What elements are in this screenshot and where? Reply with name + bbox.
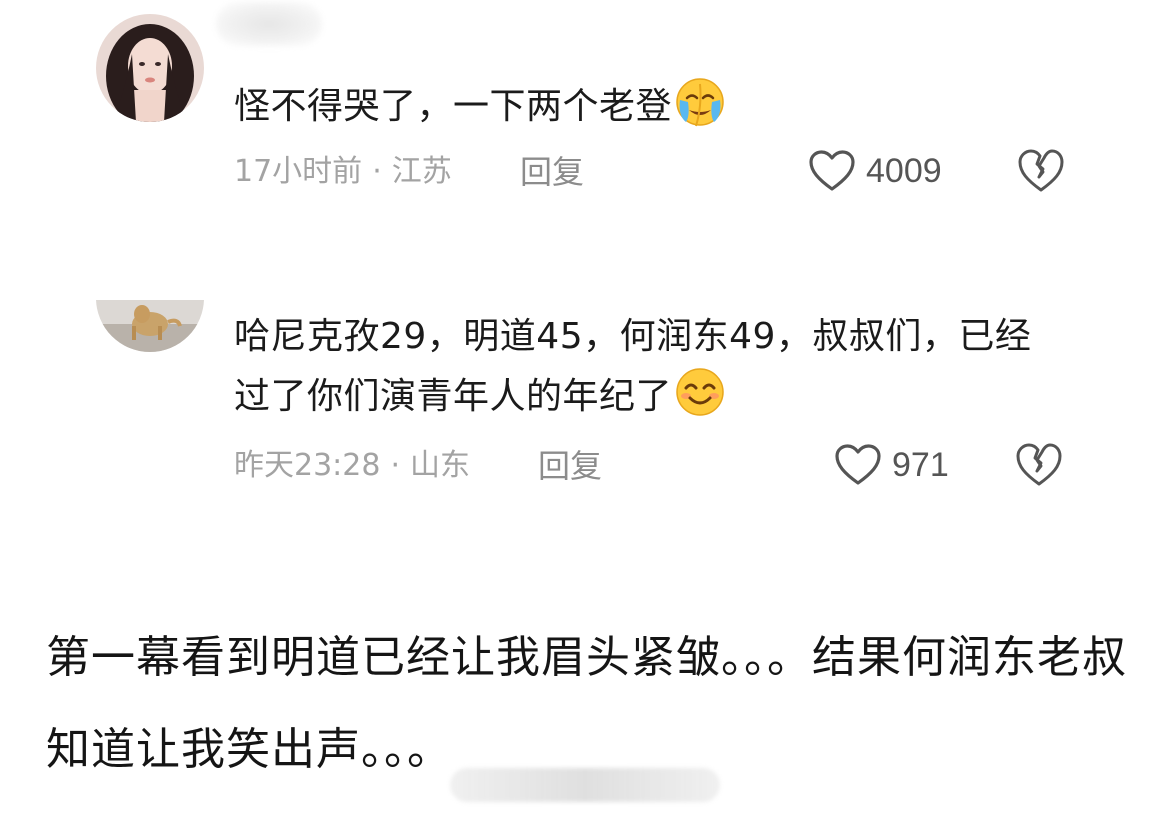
comment-location: 江苏 bbox=[391, 154, 452, 189]
broken-heart-icon[interactable] bbox=[1014, 440, 1064, 490]
smiling-face-emoji bbox=[676, 368, 724, 416]
avatar[interactable] bbox=[96, 300, 204, 352]
meta-separator: · bbox=[372, 154, 382, 189]
comment-text-content: 哈尼克孜29，明道45，何润东49，叔叔们，已经过了你们演青年人的年纪了 bbox=[234, 316, 1032, 417]
avatar-image bbox=[96, 300, 204, 352]
like-count: 971 bbox=[892, 445, 949, 484]
like-button[interactable]: 971 bbox=[834, 440, 949, 490]
comment-location: 山东 bbox=[410, 448, 471, 483]
comment-item: 怪不得哭了，一下两个老登 17小时前 · 江苏 回复 4009 bbox=[0, 0, 1170, 210]
comment-meta: 17小时前 · 江苏 bbox=[234, 150, 452, 194]
avatar-image bbox=[96, 14, 204, 122]
broken-heart-icon[interactable] bbox=[1016, 146, 1066, 196]
comment-time: 昨天23:28 bbox=[234, 448, 381, 483]
like-count: 4009 bbox=[866, 151, 942, 190]
username-blurred[interactable] bbox=[216, 2, 322, 46]
watermark bbox=[450, 768, 720, 802]
comment-item: 哈尼克孜29，明道45，何润东49，叔叔们，已经过了你们演青年人的年纪了 昨天2… bbox=[0, 300, 1170, 500]
comment-text-content: 怪不得哭了，一下两个老登 bbox=[234, 86, 673, 127]
crying-face-emoji bbox=[676, 78, 724, 127]
heart-icon bbox=[809, 150, 855, 191]
comment-text: 哈尼克孜29，明道45，何润东49，叔叔们，已经过了你们演青年人的年纪了 bbox=[234, 308, 1064, 426]
comment-time: 17小时前 bbox=[234, 154, 363, 189]
reply-button[interactable]: 回复 bbox=[538, 444, 602, 488]
avatar[interactable] bbox=[96, 14, 204, 122]
heart-icon bbox=[835, 444, 881, 485]
meta-separator: · bbox=[390, 448, 401, 483]
reply-button[interactable]: 回复 bbox=[520, 150, 584, 194]
comment-text: 怪不得哭了，一下两个老登 bbox=[234, 76, 1074, 136]
like-button[interactable]: 4009 bbox=[808, 146, 942, 196]
comment-meta: 昨天23:28 · 山东 bbox=[234, 444, 470, 488]
